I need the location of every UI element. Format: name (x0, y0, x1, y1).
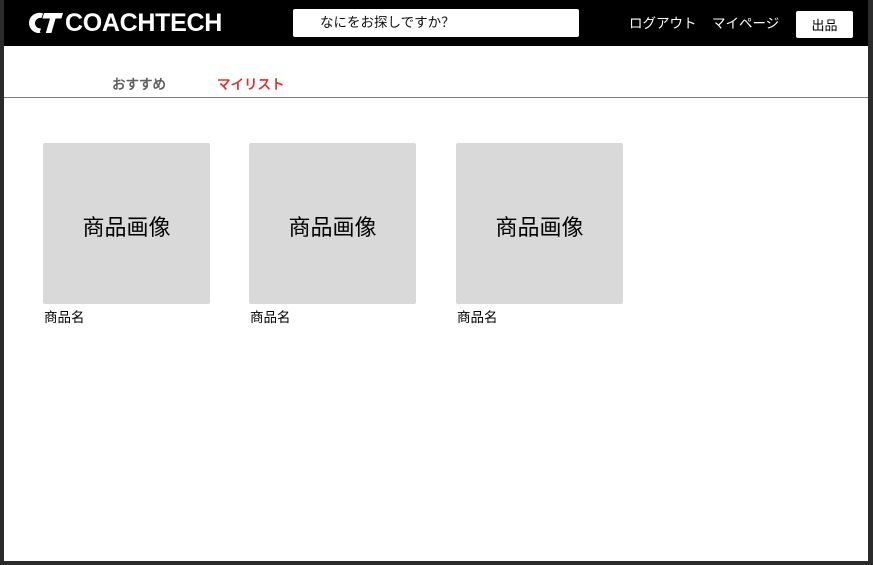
product-image[interactable]: 商品画像 (456, 143, 623, 304)
product-tabs: おすすめ マイリスト (4, 46, 868, 98)
product-card: 商品画像 商品名 (456, 143, 623, 326)
product-card: 商品画像 商品名 (249, 143, 416, 326)
product-image-label: 商品画像 (495, 215, 584, 241)
app-window: COACHTECH ログアウト マイページ 出品 おすすめ マイリスト 商品画像… (4, 0, 868, 561)
product-name[interactable]: 商品名 (44, 310, 210, 326)
product-image-label: 商品画像 (288, 215, 377, 241)
tab-mylist[interactable]: マイリスト (217, 77, 285, 93)
tab-divider (4, 97, 868, 98)
product-image-label: 商品画像 (82, 215, 171, 241)
product-image[interactable]: 商品画像 (43, 143, 210, 304)
sell-button[interactable]: 出品 (796, 11, 853, 38)
coachtech-logo[interactable]: COACHTECH (26, 9, 222, 37)
mypage-link[interactable]: マイページ (712, 15, 779, 33)
logout-link[interactable]: ログアウト (629, 15, 697, 33)
product-image[interactable]: 商品画像 (249, 143, 416, 304)
site-header: COACHTECH ログアウト マイページ 出品 (4, 0, 868, 46)
product-name[interactable]: 商品名 (250, 310, 416, 326)
ct-logo-icon (29, 12, 63, 33)
tab-recommended[interactable]: おすすめ (112, 77, 166, 93)
search-input[interactable] (293, 9, 579, 37)
product-card: 商品画像 商品名 (43, 143, 210, 326)
logo-text: COACHTECH (65, 9, 223, 37)
product-name[interactable]: 商品名 (457, 310, 623, 326)
